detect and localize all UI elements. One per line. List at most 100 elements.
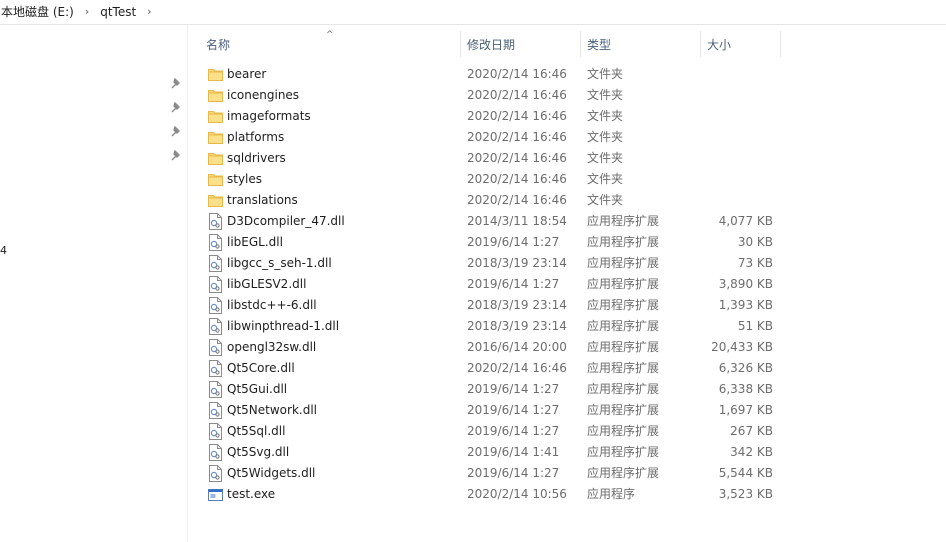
dll-file-icon (209, 318, 222, 335)
file-size: 30 KB (737, 235, 773, 249)
table-row[interactable]: opengl32sw.dll 2016/6/14 20:00 应用程序扩展 20,43… (196, 337, 796, 358)
file-name: test.exe (227, 487, 276, 501)
file-type: 应用程序扩展 (587, 403, 660, 417)
file-date: 2020/2/14 16:46 (467, 130, 567, 144)
table-row[interactable]: D3Dcompiler_47.dll 2014/3/11 18:54 应用程序扩展 4… (196, 211, 796, 232)
file-date: 2019/6/14 1:27 (467, 277, 560, 291)
dll-file-icon (209, 276, 222, 293)
breadcrumb-folder[interactable]: qtTest (96, 0, 140, 24)
column-header: 名称 ^ 修改日期 类型 大小 (196, 30, 781, 57)
dll-file-icon (209, 402, 222, 419)
file-date: 2020/2/14 16:46 (467, 361, 567, 375)
pin-icon[interactable] (171, 102, 182, 114)
table-row[interactable]: Qt5Widgets.dll 2019/6/14 1:27 应用程序扩展 5,544 … (196, 463, 796, 484)
file-date: 2018/3/19 23:14 (467, 298, 567, 312)
table-row[interactable]: Qt5Svg.dll 2019/6/14 1:41 应用程序扩展 342 KB (196, 442, 796, 463)
column-size[interactable]: 大小 (697, 31, 781, 57)
folder-icon (208, 174, 223, 186)
pin-icon[interactable] (171, 126, 182, 138)
file-type: 应用程序扩展 (587, 424, 660, 438)
file-name: styles (227, 172, 263, 186)
file-name: libgcc_s_seh-1.dll (227, 256, 332, 270)
table-row[interactable]: iconengines 2020/2/14 16:46 文件夹 (196, 85, 796, 106)
table-row[interactable]: translations 2020/2/14 16:46 文件夹 (196, 190, 796, 211)
folder-icon (208, 132, 223, 144)
file-name: bearer (227, 67, 267, 81)
file-type: 文件夹 (587, 130, 624, 144)
file-name: Qt5Sql.dll (227, 424, 286, 438)
file-type: 应用程序扩展 (587, 361, 660, 375)
table-row[interactable]: Qt5Sql.dll 2019/6/14 1:27 应用程序扩展 267 KB (196, 421, 796, 442)
table-row[interactable]: styles 2020/2/14 16:46 文件夹 (196, 169, 796, 190)
file-size: 4,077 KB (718, 214, 773, 228)
dll-file-icon (209, 465, 222, 482)
file-date: 2019/6/14 1:27 (467, 235, 560, 249)
file-size: 20,433 KB (711, 340, 773, 354)
table-row[interactable]: sqldrivers 2020/2/14 16:46 文件夹 (196, 148, 796, 169)
file-date: 2019/6/14 1:27 (467, 466, 560, 480)
column-date[interactable]: 修改日期 (457, 31, 581, 57)
file-date: 2014/3/11 18:54 (467, 214, 567, 228)
file-type: 应用程序扩展 (587, 277, 660, 291)
file-date: 2020/2/14 16:46 (467, 109, 567, 123)
file-name: Qt5Core.dll (227, 361, 295, 375)
table-row[interactable]: libEGL.dll 2019/6/14 1:27 应用程序扩展 30 KB (196, 232, 796, 253)
table-row[interactable]: libwinpthread-1.dll 2018/3/19 23:14 应用程序扩展… (196, 316, 796, 337)
file-type: 应用程序扩展 (587, 445, 660, 459)
dll-file-icon (209, 360, 222, 377)
file-name: libEGL.dll (227, 235, 283, 249)
table-row[interactable]: libGLESV2.dll 2019/6/14 1:27 应用程序扩展 3,890 K… (196, 274, 796, 295)
file-date: 2019/6/14 1:41 (467, 445, 560, 459)
file-name: Qt5Network.dll (227, 403, 317, 417)
file-size: 1,393 KB (718, 298, 773, 312)
file-type: 应用程序扩展 (587, 235, 660, 249)
dll-file-icon (209, 297, 222, 314)
file-type: 文件夹 (587, 109, 624, 123)
column-type[interactable]: 类型 (577, 31, 701, 57)
dll-file-icon (209, 444, 222, 461)
file-name: translations (227, 193, 298, 207)
file-name: sqldrivers (227, 151, 286, 165)
breadcrumb-chevron-icon[interactable]: › (140, 0, 158, 24)
file-date: 2019/6/14 1:27 (467, 382, 560, 396)
table-row[interactable]: platforms 2020/2/14 16:46 文件夹 (196, 127, 796, 148)
breadcrumb-drive[interactable]: 本地磁盘 (E:) (0, 0, 78, 24)
file-type: 文件夹 (587, 67, 624, 81)
file-name: Qt5Gui.dll (227, 382, 288, 396)
table-row[interactable]: Qt5Network.dll 2019/6/14 1:27 应用程序扩展 1,697 … (196, 400, 796, 421)
file-type: 应用程序扩展 (587, 466, 660, 480)
breadcrumb-chevron-icon[interactable]: › (78, 0, 96, 24)
file-size: 5,544 KB (718, 466, 773, 480)
file-size: 6,326 KB (718, 361, 773, 375)
nav-item-fragment: 4 (0, 244, 7, 257)
column-name-label: 名称 (206, 38, 231, 52)
file-name: Qt5Widgets.dll (227, 466, 316, 480)
table-row[interactable]: Qt5Gui.dll 2019/6/14 1:27 应用程序扩展 6,338 KB (196, 379, 796, 400)
column-date-label: 修改日期 (467, 38, 516, 52)
pin-icon[interactable] (171, 78, 182, 90)
column-name[interactable]: 名称 ^ (196, 30, 461, 57)
table-row[interactable]: bearer 2020/2/14 16:46 文件夹 (196, 64, 796, 85)
file-name: D3Dcompiler_47.dll (227, 214, 345, 228)
file-type: 应用程序扩展 (587, 298, 660, 312)
file-size: 342 KB (730, 445, 773, 459)
file-date: 2016/6/14 20:00 (467, 340, 567, 354)
dll-file-icon (209, 339, 222, 356)
file-type: 应用程序扩展 (587, 214, 660, 228)
file-date: 2020/2/14 16:46 (467, 151, 567, 165)
file-date: 2020/2/14 16:46 (467, 67, 567, 81)
table-row[interactable]: libgcc_s_seh-1.dll 2018/3/19 23:14 应用程序扩展 7… (196, 253, 796, 274)
file-size: 3,523 KB (718, 487, 773, 501)
table-row[interactable]: imageformats 2020/2/14 16:46 文件夹 (196, 106, 796, 127)
exe-file-icon (208, 489, 223, 501)
table-row[interactable]: test.exe 2020/2/14 10:56 应用程序 3,523 KB (196, 484, 796, 505)
table-row[interactable]: libstdc++-6.dll 2018/3/19 23:14 应用程序扩展 1,39… (196, 295, 796, 316)
address-bar[interactable]: 本地磁盘 (E:) › qtTest › (0, 0, 946, 25)
file-type: 文件夹 (587, 172, 624, 186)
file-list: bearer 2020/2/14 16:46 文件夹 iconengines 2020/… (196, 64, 796, 505)
table-row[interactable]: Qt5Core.dll 2020/2/14 16:46 应用程序扩展 6,326 KB (196, 358, 796, 379)
dll-file-icon (209, 423, 222, 440)
pin-icon[interactable] (171, 150, 182, 162)
dll-file-icon (209, 234, 222, 251)
file-type: 应用程序 (587, 487, 636, 501)
